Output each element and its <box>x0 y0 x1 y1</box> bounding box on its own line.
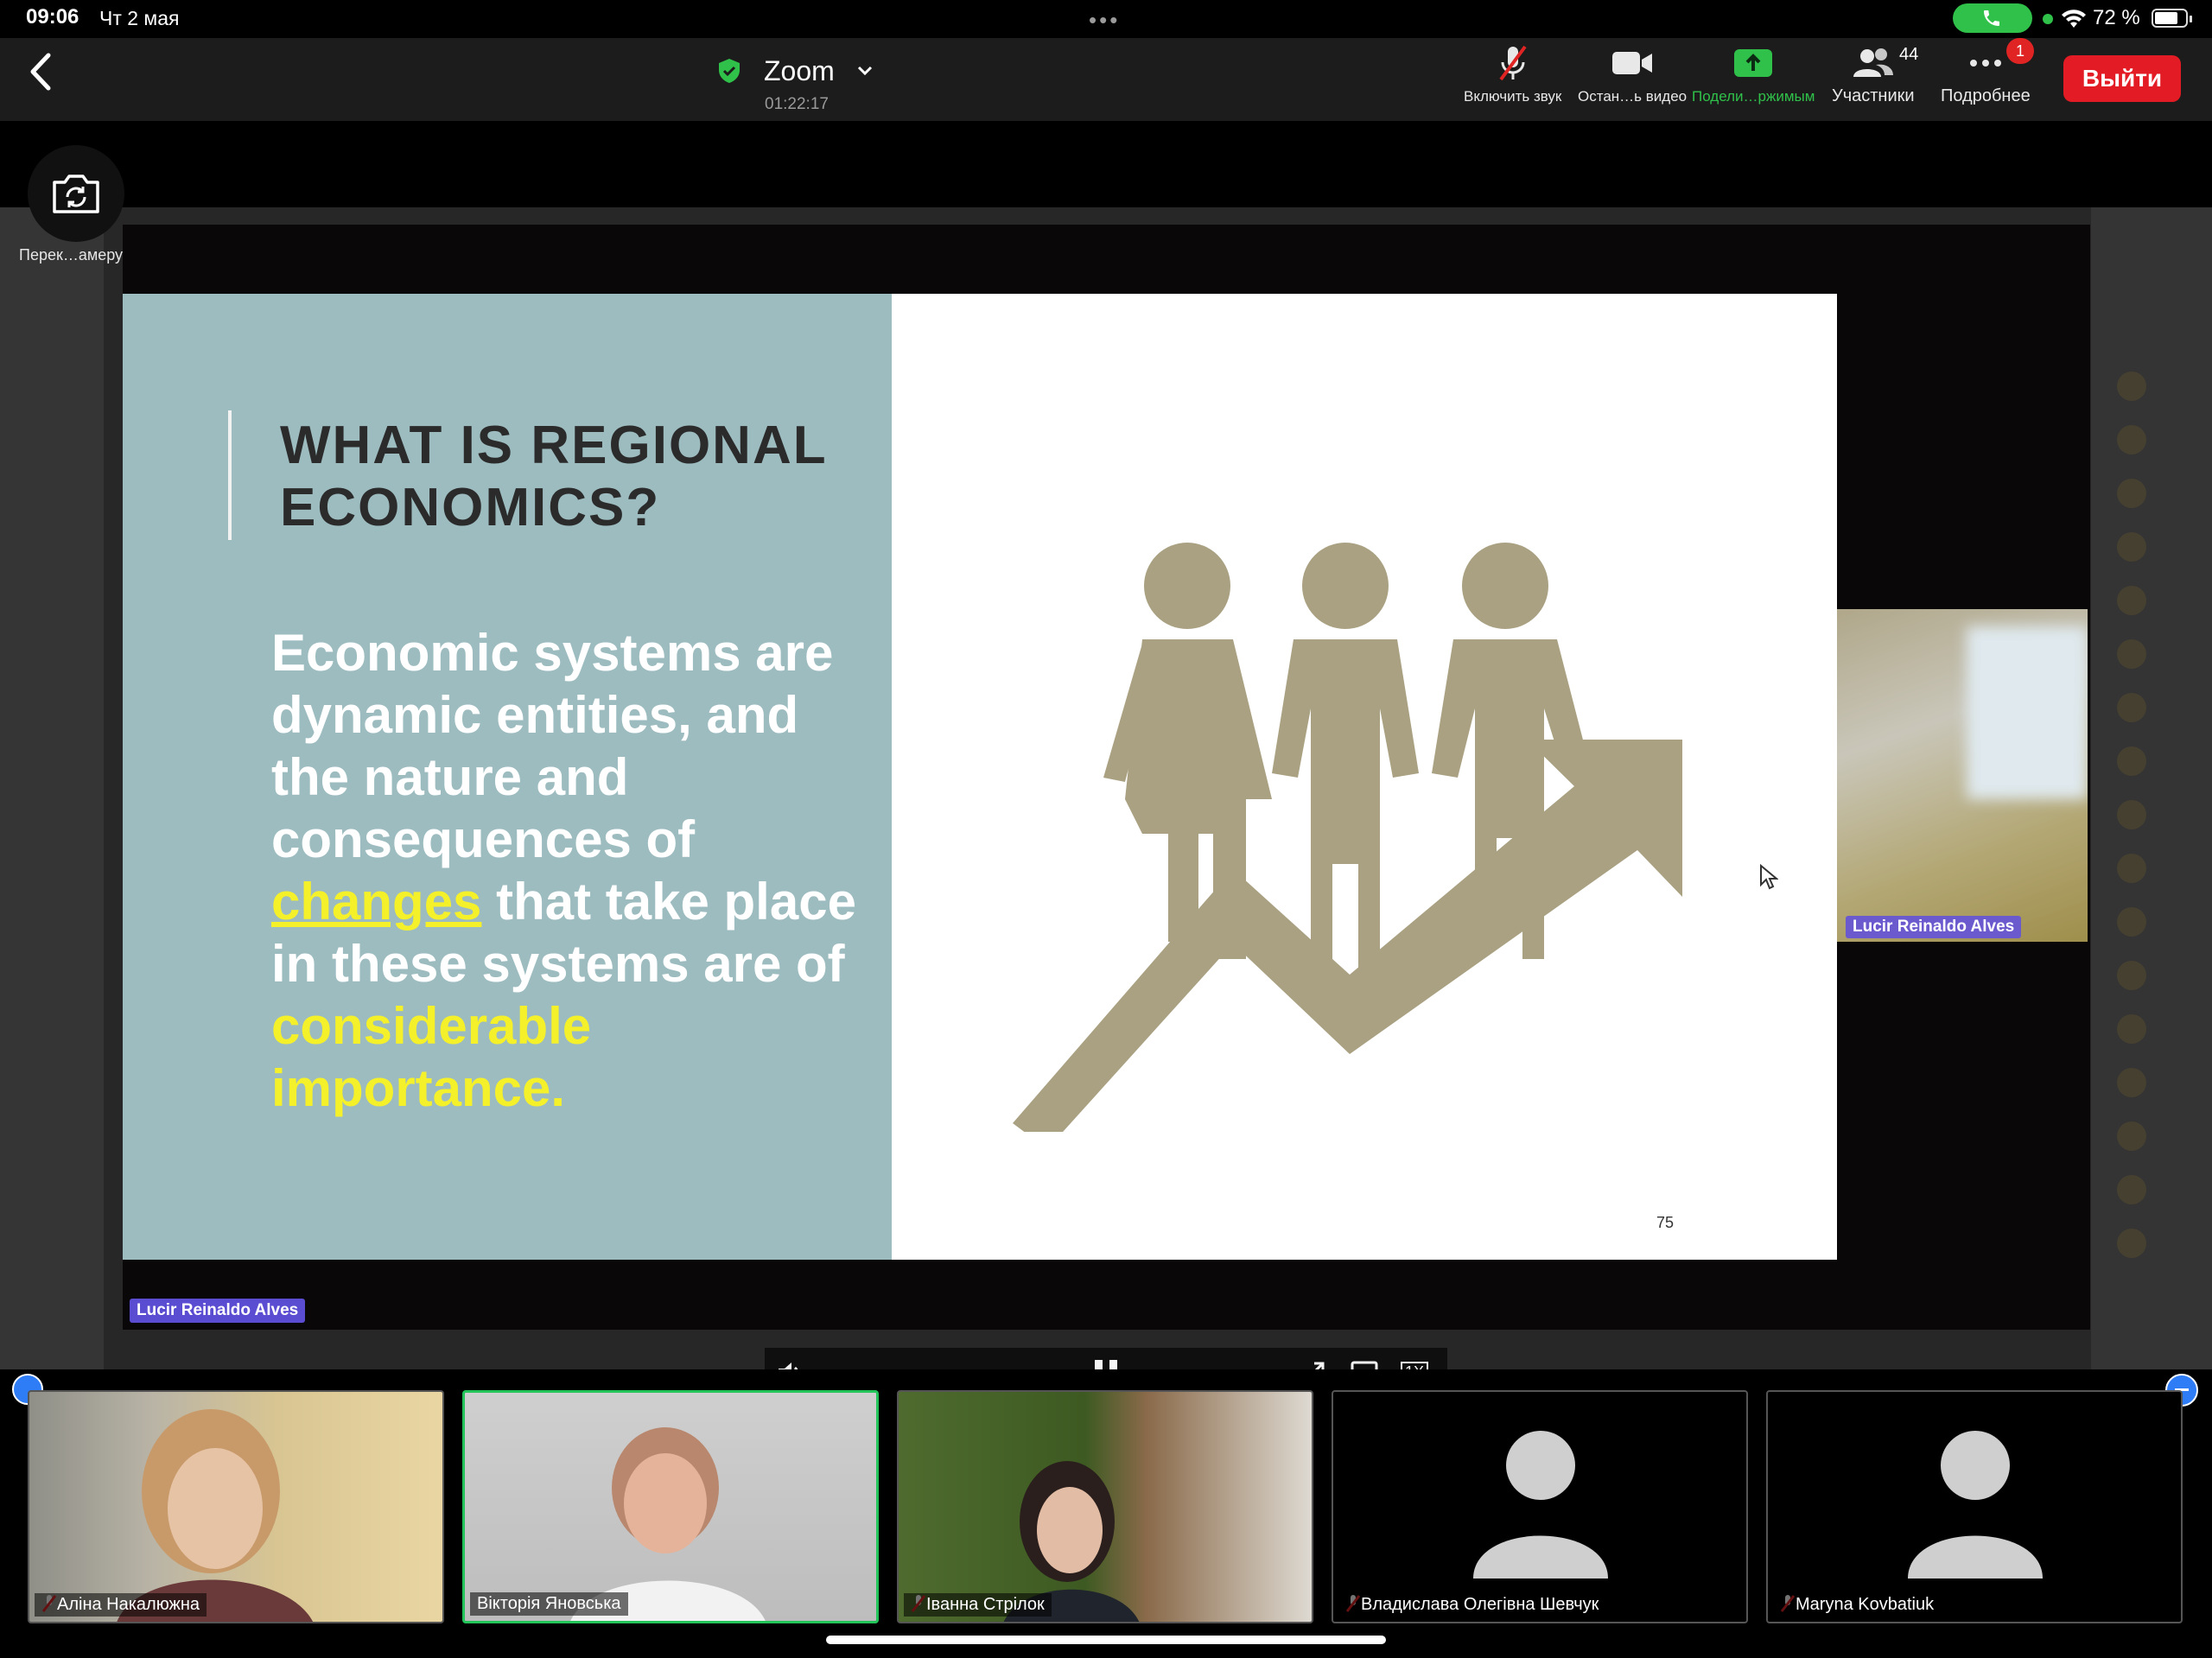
slide-highlight-importance: considerable importance. <box>271 997 592 1117</box>
presentation-slide: WHAT IS REGIONAL ECONOMICS? Economic sys… <box>123 294 1837 1260</box>
camera-flip-icon <box>53 175 99 213</box>
participant-tile[interactable]: Іванна Стрілок <box>897 1390 1313 1623</box>
participant-tile[interactable]: Аліна Накалюжна <box>28 1390 444 1623</box>
unmute-button[interactable]: Включить звук <box>1464 43 1561 105</box>
pip-window-blur <box>1967 626 2088 799</box>
stop-video-label: Остан…ь видео <box>1578 88 1688 105</box>
default-avatar-icon <box>1473 1431 1608 1579</box>
share-content-label: Подели…ржимым <box>1692 88 1815 105</box>
presenter-video-thumbnail[interactable]: Lucir Reinaldo Alves <box>1837 609 2088 942</box>
participant-name: Вікторія Яновська <box>470 1592 628 1616</box>
participants-count: 44 <box>1899 45 1919 64</box>
back-chevron-icon[interactable] <box>24 50 59 93</box>
flip-camera-button[interactable] <box>28 145 124 242</box>
participant-name: Владислава Олегівна Шевчук <box>1338 1593 1606 1617</box>
mouse-pointer-icon <box>1760 864 1778 890</box>
participant-video-face <box>1004 1461 1139 1622</box>
slide-text-panel: WHAT IS REGIONAL ECONOMICS? Economic sys… <box>123 294 892 1260</box>
more-badge: 1 <box>2006 38 2034 64</box>
battery-icon <box>2152 9 2192 28</box>
slide-highlight-changes: changes <box>271 873 482 931</box>
participant-video-face <box>117 1409 313 1622</box>
participant-name: Maryna Kovbatiuk <box>1773 1593 1942 1617</box>
status-time: 09:06 <box>26 5 79 29</box>
participants-icon <box>1853 48 1893 77</box>
slide-heading: WHAT IS REGIONAL ECONOMICS? <box>280 416 827 537</box>
leave-button[interactable]: Выйти <box>2063 55 2181 102</box>
video-camera-icon <box>1612 52 1653 74</box>
flip-camera-label: Перек…амеру <box>19 246 124 264</box>
status-date: Чт 2 мая <box>99 7 180 29</box>
camera-in-use-dot <box>2043 14 2053 24</box>
participant-tile-active-speaker[interactable]: Вікторія Яновська <box>462 1390 879 1623</box>
slide-page-number: 75 <box>1656 1214 1675 1231</box>
participant-gallery: Аліна Накалюжна Вікторія Яновська Іванна… <box>0 1369 2212 1658</box>
background-sidebar <box>0 207 104 1447</box>
phone-icon <box>1984 10 1999 26</box>
default-avatar-icon <box>1908 1431 2043 1579</box>
multitasking-dots-icon[interactable]: ••• <box>1089 7 1120 34</box>
more-label: Подробнее <box>1941 86 2031 105</box>
mic-muted-icon <box>1499 45 1527 81</box>
more-dots-icon <box>1969 60 2001 67</box>
meeting-duration: 01:22:17 <box>765 95 829 113</box>
participant-name: Аліна Накалюжна <box>35 1593 207 1617</box>
blurred-emoji-column <box>2108 372 2195 1282</box>
battery-percent: 72 % <box>2093 6 2140 29</box>
meeting-toolbar: Zoom 01:22:17 Включить звук Остан…ь виде… <box>0 38 2212 121</box>
status-bar: 09:06 Чт 2 мая ••• 72 % <box>0 0 2212 38</box>
unmute-label: Включить звук <box>1464 88 1562 105</box>
participants-label: Участники <box>1832 86 1915 105</box>
encryption-shield-icon <box>719 59 740 83</box>
meeting-title: Zoom <box>764 55 835 86</box>
active-speaker-name: Lucir Reinaldo Alves <box>130 1299 306 1323</box>
stop-video-button[interactable]: Остан…ь видео <box>1578 43 1687 105</box>
meeting-stage: Перек…амеру WHAT IS REGIONAL ECONOMICS? … <box>0 121 2212 1447</box>
slide-body-part-1: Economic systems are dynamic entities, a… <box>271 624 834 868</box>
participant-name: Іванна Стрілок <box>904 1593 1052 1617</box>
pip-presenter-name: Lucir Reinaldo Alves <box>1846 916 2022 938</box>
participant-video-face <box>570 1427 766 1621</box>
slide-accent-bar <box>228 410 232 540</box>
slide-body: Economic systems are dynamic entities, a… <box>271 622 876 1120</box>
chevron-down-icon <box>857 66 873 76</box>
participant-tile[interactable]: Владислава Олегівна Шевчук <box>1332 1390 1748 1623</box>
participant-tile[interactable]: Maryna Kovbatiuk <box>1766 1390 2183 1623</box>
home-indicator[interactable] <box>826 1636 1386 1644</box>
people-growth-arrow-icon <box>1013 543 1682 1132</box>
active-call-pill[interactable] <box>1953 3 2032 33</box>
share-content-button[interactable]: Подели…ржимым <box>1692 43 1815 105</box>
share-screen-icon <box>1734 49 1773 77</box>
wifi-icon <box>2062 10 2086 28</box>
